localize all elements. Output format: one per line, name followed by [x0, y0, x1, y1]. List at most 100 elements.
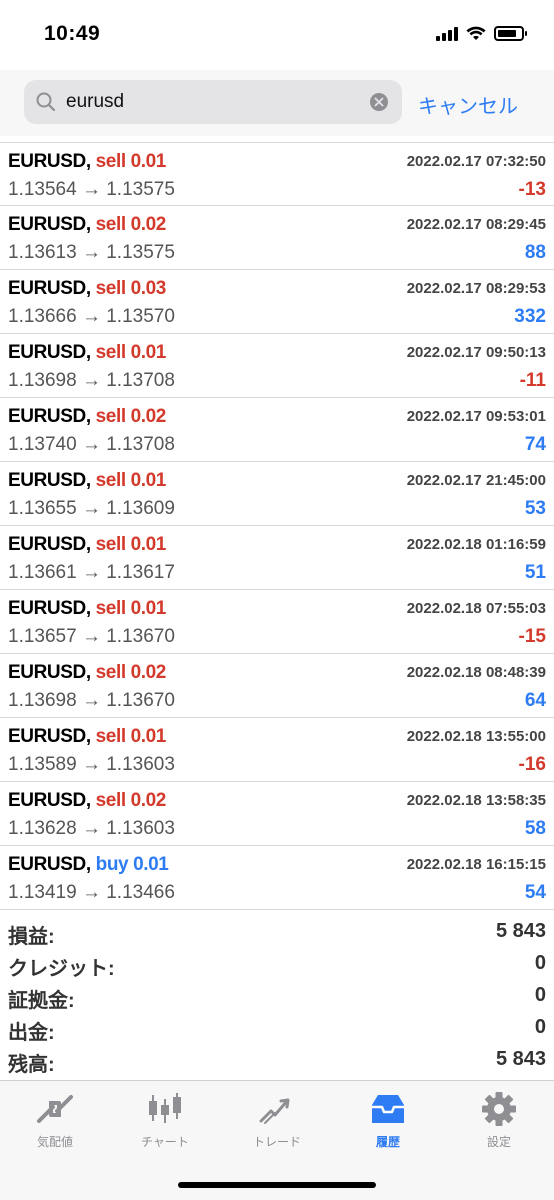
summary-label: クレジット: — [8, 958, 115, 980]
tab-settings[interactable]: 設定 — [444, 1091, 554, 1150]
deal-title: EURUSD, buy 0.01 — [8, 854, 169, 876]
deal-prices: 1.13666 → 1.13570 — [8, 306, 175, 327]
deal-symbol: EURUSD, — [8, 151, 91, 172]
summary-row: 出金: 0 — [0, 1012, 554, 1044]
clear-icon[interactable] — [370, 93, 388, 111]
deal-row[interactable]: EURUSD, sell 0.01 2022.02.17 21:45:00 1.13… — [0, 462, 554, 526]
deal-row[interactable]: EURUSD, sell 0.01 2022.02.18 07:55:03 1.13… — [0, 590, 554, 654]
deal-symbol: EURUSD, — [8, 214, 91, 235]
trade-icon — [259, 1098, 290, 1124]
deal-row[interactable]: EURUSD, sell 0.03 2022.02.17 08:29:53 1.13… — [0, 270, 554, 334]
summary-value: 0 — [534, 1016, 546, 1038]
deal-row[interactable]: EURUSD, sell 0.01 2022.02.18 13:55:00 1.13… — [0, 718, 554, 782]
deal-prices: 1.13661 → 1.13617 — [8, 562, 175, 583]
deal-row[interactable]: EURUSD, buy 0.01 2022.02.18 16:15:15 1.134… — [0, 846, 554, 910]
deal-row[interactable]: EURUSD, sell 0.02 2022.02.18 08:48:39 1.13… — [0, 654, 554, 718]
deal-row[interactable]: EURUSD, sell 0.02 2022.02.17 08:29:45 1.13… — [0, 206, 554, 270]
deal-prices: 1.13564 → 1.13575 — [8, 179, 175, 200]
deal-profit: -16 — [518, 754, 546, 775]
summary-label: 出金: — [8, 1022, 55, 1044]
deal-time: 2022.02.18 07:55:03 — [406, 600, 546, 617]
deal-side: sell 0.02 — [95, 790, 167, 811]
summary-row: 損益: 5 843 — [0, 916, 554, 948]
tab-quotes[interactable]: 気配値 — [0, 1091, 110, 1150]
battery-icon — [494, 26, 527, 41]
deal-profit: -15 — [518, 626, 546, 647]
deal-prices: 1.13657 → 1.13670 — [8, 626, 175, 647]
summary-value: 5 843 — [495, 1048, 546, 1070]
settings-icon — [482, 1092, 516, 1126]
tab-history[interactable]: 履歴 — [333, 1091, 443, 1150]
deal-side: sell 0.02 — [95, 406, 167, 427]
deal-row[interactable]: EURUSD, sell 0.01 2022.02.17 07:32:50 1.13… — [0, 142, 554, 206]
status-icons — [436, 26, 527, 41]
summary-row: 証拠金: 0 — [0, 980, 554, 1012]
deal-time: 2022.02.18 13:55:00 — [406, 728, 546, 745]
deal-time: 2022.02.17 09:50:13 — [406, 344, 546, 361]
deal-time: 2022.02.17 08:29:53 — [406, 280, 546, 297]
deal-time: 2022.02.18 13:58:35 — [406, 792, 546, 809]
deal-row[interactable]: EURUSD, sell 0.02 2022.02.18 13:58:35 1.13… — [0, 782, 554, 846]
deal-symbol: EURUSD, — [8, 278, 91, 299]
deal-time: 2022.02.17 07:32:50 — [406, 153, 546, 170]
tab-chart[interactable]: チャート — [110, 1091, 220, 1150]
deal-symbol: EURUSD, — [8, 534, 91, 555]
deal-symbol: EURUSD, — [8, 342, 91, 363]
deal-prices: 1.13589 → 1.13603 — [8, 754, 175, 775]
deal-side: sell 0.02 — [95, 214, 167, 235]
deal-time: 2022.02.17 09:53:01 — [406, 408, 546, 425]
deal-symbol: EURUSD, — [8, 790, 91, 811]
deal-title: EURUSD, sell 0.02 — [8, 790, 166, 812]
deal-symbol: EURUSD, — [8, 598, 91, 619]
deal-side: sell 0.01 — [95, 342, 167, 363]
search-area: eurusd キャンセル — [0, 70, 554, 136]
summary-value: 0 — [534, 952, 546, 974]
deal-title: EURUSD, sell 0.01 — [8, 534, 166, 556]
summary-section: 損益: 5 843 クレジット: 0 証拠金: 0 出金: 0 残高: 5 843 — [0, 916, 554, 1076]
deal-profit: 64 — [524, 690, 546, 711]
history-icon — [372, 1095, 404, 1123]
deal-side: sell 0.02 — [95, 662, 167, 683]
deal-prices: 1.13628 → 1.13603 — [8, 818, 175, 839]
deal-title: EURUSD, sell 0.02 — [8, 214, 166, 236]
status-time: 10:49 — [44, 22, 101, 45]
quotes-icon — [37, 1095, 73, 1123]
deal-prices: 1.13740 → 1.13708 — [8, 434, 175, 455]
deal-prices: 1.13698 → 1.13708 — [8, 370, 175, 391]
wifi-icon — [466, 26, 486, 40]
summary-label: 損益: — [8, 926, 55, 948]
home-indicator — [178, 1182, 376, 1188]
summary-value: 5 843 — [495, 920, 546, 942]
deal-profit: 332 — [514, 306, 546, 327]
deal-profit: 74 — [524, 434, 546, 455]
search-query-text: eurusd — [66, 91, 125, 112]
deal-time: 2022.02.17 21:45:00 — [406, 472, 546, 489]
summary-label: 証拠金: — [8, 990, 75, 1012]
deal-row[interactable]: EURUSD, sell 0.01 2022.02.17 09:50:13 1.13… — [0, 334, 554, 398]
deal-title: EURUSD, sell 0.02 — [8, 662, 166, 684]
deal-profit: -13 — [518, 179, 546, 200]
deal-title: EURUSD, sell 0.01 — [8, 342, 166, 364]
deal-symbol: EURUSD, — [8, 726, 91, 747]
summary-row: クレジット: 0 — [0, 948, 554, 980]
deal-symbol: EURUSD, — [8, 854, 91, 875]
cancel-button[interactable]: キャンセル — [418, 90, 518, 119]
deal-side: sell 0.01 — [95, 726, 167, 747]
deal-title: EURUSD, sell 0.01 — [8, 470, 166, 492]
deal-side: sell 0.01 — [95, 598, 167, 619]
deal-profit: 88 — [524, 242, 546, 263]
deal-side: sell 0.01 — [95, 151, 167, 172]
deal-symbol: EURUSD, — [8, 470, 91, 491]
deal-profit: -11 — [519, 370, 546, 391]
deal-row[interactable]: EURUSD, sell 0.02 2022.02.17 09:53:01 1.13… — [0, 398, 554, 462]
deal-title: EURUSD, sell 0.01 — [8, 151, 166, 173]
deal-row[interactable]: EURUSD, sell 0.01 2022.02.18 01:16:59 1.13… — [0, 526, 554, 590]
tab-trade[interactable]: トレード — [222, 1091, 332, 1150]
cellular-signal-icon — [436, 26, 458, 41]
search-input[interactable]: eurusd — [24, 80, 402, 124]
deal-profit: 54 — [524, 882, 546, 903]
summary-value: 0 — [534, 984, 546, 1006]
status-bar: 10:49 — [0, 0, 554, 70]
deal-profit: 58 — [524, 818, 546, 839]
deal-title: EURUSD, sell 0.02 — [8, 406, 166, 428]
